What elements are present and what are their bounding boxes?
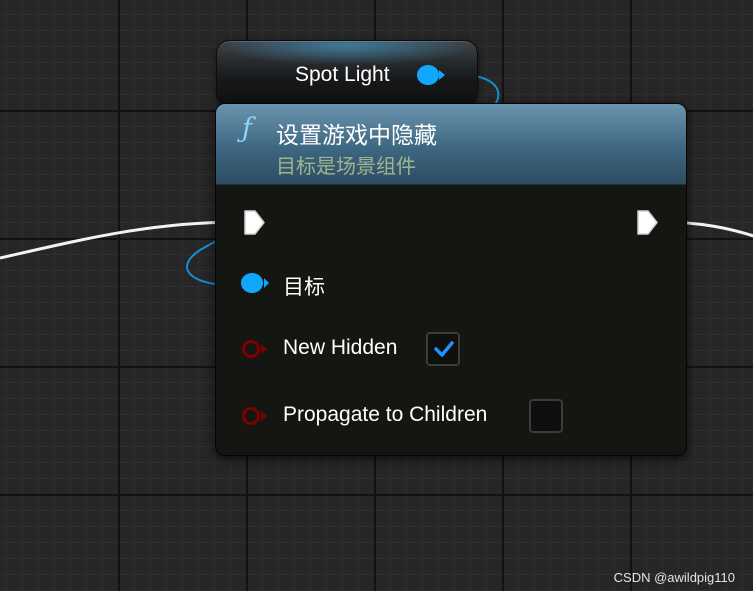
new-hidden-pin[interactable] xyxy=(242,340,260,358)
variable-label: Spot Light xyxy=(295,63,390,86)
target-pin-label: 目标 xyxy=(283,275,325,299)
propagate-to-children-pin[interactable] xyxy=(242,407,260,425)
watermark: CSDN @awildpig110 xyxy=(613,570,735,585)
node-subtitle: 目标是场景组件 xyxy=(276,154,416,178)
set-hidden-in-game-node[interactable]: ƒ 设置游戏中隐藏 目标是场景组件 目标 New Hidden Propagat… xyxy=(215,103,687,456)
node-title: 设置游戏中隐藏 xyxy=(276,123,437,149)
exec-wire-in[interactable] xyxy=(0,220,241,260)
variable-output-pin-arrow-icon xyxy=(439,70,445,80)
node-header[interactable]: ƒ 设置游戏中隐藏 目标是场景组件 xyxy=(216,104,686,185)
variable-output-pin[interactable] xyxy=(417,65,439,85)
propagate-to-children-checkbox[interactable] xyxy=(529,399,563,433)
new-hidden-label: New Hidden xyxy=(283,336,398,359)
function-icon: ƒ xyxy=(242,113,252,144)
target-pin-arrow-icon xyxy=(264,278,269,288)
exec-output-pin-icon[interactable] xyxy=(635,209,659,236)
new-hidden-pin-arrow-icon xyxy=(261,344,267,354)
propagate-to-children-label: Propagate to Children xyxy=(283,403,488,426)
checkmark-icon xyxy=(434,341,454,357)
propagate-to-children-pin-arrow-icon xyxy=(261,411,267,421)
exec-input-pin-icon[interactable] xyxy=(242,209,266,236)
spot-light-variable-node[interactable]: Spot Light xyxy=(216,40,478,106)
target-pin[interactable] xyxy=(241,273,263,293)
new-hidden-checkbox[interactable] xyxy=(426,332,460,366)
